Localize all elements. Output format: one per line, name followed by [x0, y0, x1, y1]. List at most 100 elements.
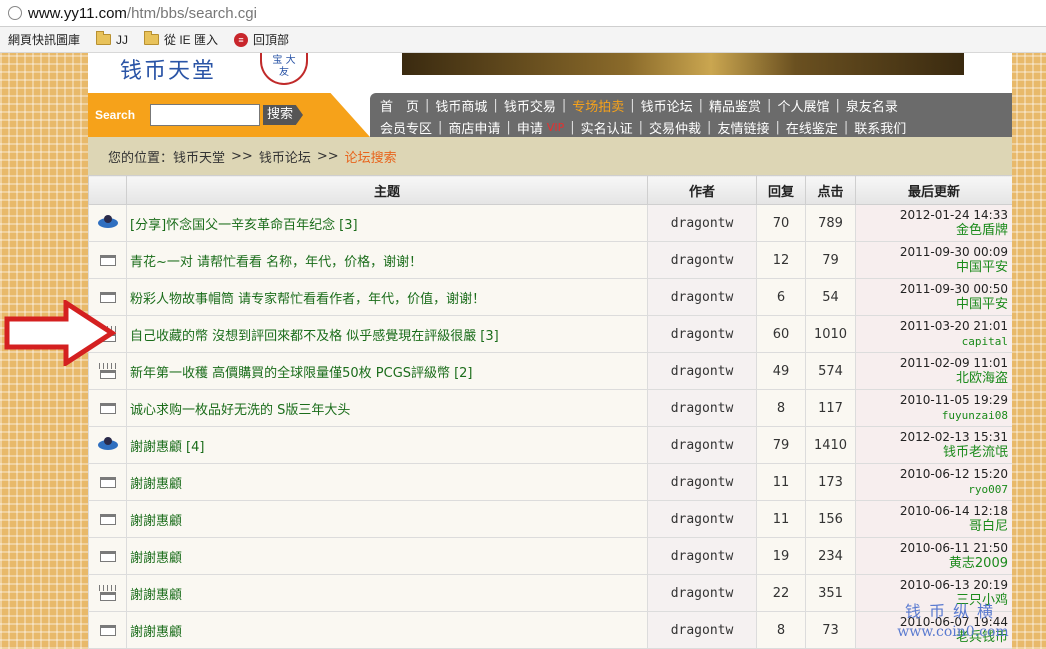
nav-item[interactable]: 友情链接 — [717, 118, 769, 137]
header-last-update: 最后更新 — [855, 175, 1012, 205]
thread-author[interactable]: dragontw — [647, 241, 757, 279]
nav-item[interactable]: 专场拍卖 — [572, 96, 624, 115]
nav-item[interactable]: 个人展馆 — [777, 96, 829, 115]
table-row[interactable]: 粉彩人物故事帽筒 请专家帮忙看看作者，年代，价值，谢谢！ dragontw 6 54 2… — [88, 278, 1012, 316]
thread-title-link[interactable]: 謝謝惠顧 — [130, 440, 182, 455]
nav-separator: | — [835, 97, 840, 113]
thread-title-link[interactable]: 青花~一对 请帮忙看看 名称，年代，价格，谢谢！ — [130, 255, 422, 270]
bookmark-back-to-top[interactable]: ≡ 回頂部 — [234, 31, 289, 48]
nav-item[interactable]: 会员专区 — [380, 118, 432, 137]
header-icon — [88, 175, 127, 205]
thread-title-link[interactable]: 謝謝惠顧 — [130, 477, 182, 492]
thread-title-cell: 謝謝惠顧 — [126, 463, 648, 501]
thread-author[interactable]: dragontw — [647, 500, 757, 538]
thread-pages[interactable]: [3] — [339, 218, 357, 233]
nav-item[interactable]: 申请 — [517, 118, 543, 137]
nav-item[interactable]: 精品鉴赏 — [709, 96, 761, 115]
thread-title-link[interactable]: 自己收藏的幣 沒想到評回來都不及格 似乎感覺現在評級很嚴 — [130, 329, 476, 344]
nav-item[interactable]: 商店申请 — [448, 118, 500, 137]
thread-author[interactable]: dragontw — [647, 426, 757, 464]
table-row[interactable]: 自己收藏的幣 沒想到評回來都不及格 似乎感覺現在評級很嚴 [3] dragontw 6… — [88, 315, 1012, 353]
globe-icon — [8, 6, 22, 20]
thread-author[interactable]: dragontw — [647, 463, 757, 501]
breadcrumb-separator: >> — [316, 148, 339, 164]
nav-item[interactable]: 泉友名录 — [846, 96, 898, 115]
nav-item[interactable]: 钱币交易 — [504, 96, 556, 115]
last-update-user[interactable]: capital — [856, 334, 1008, 349]
thread-last-update: 2010-06-11 21:50 黄志2009 — [855, 537, 1012, 575]
table-row[interactable]: 謝謝惠顧 dragontw 11 173 2010-06-12 15:20 ryo007 — [88, 463, 1012, 501]
thread-title-link[interactable]: 謝謝惠顧 — [130, 625, 182, 640]
thread-author[interactable]: dragontw — [647, 315, 757, 353]
thread-author[interactable]: dragontw — [647, 204, 757, 242]
thread-clicks: 789 — [805, 204, 856, 242]
thread-last-update: 2010-06-12 15:20 ryo007 — [855, 463, 1012, 501]
last-update-user[interactable]: ryo007 — [856, 482, 1008, 497]
thread-last-update: 2011-03-20 21:01 capital — [855, 315, 1012, 353]
breadcrumb-home[interactable]: 钱币天堂 — [173, 147, 225, 166]
thread-replies: 12 — [756, 241, 806, 279]
last-update-user[interactable]: 中国平安 — [856, 260, 1008, 275]
breadcrumb-prefix: 您的位置： — [108, 150, 174, 166]
site-logo[interactable]: 钱币天堂 — [120, 53, 216, 85]
thread-title-link[interactable]: 謝謝惠顧 — [130, 551, 182, 566]
thread-title-link[interactable]: 謝謝惠顧 — [130, 514, 182, 529]
last-update-user[interactable]: 黄志2009 — [856, 556, 1008, 571]
last-update-user[interactable]: 钱币老流氓 — [856, 445, 1008, 460]
nav-item[interactable]: 在线鉴定 — [786, 118, 838, 137]
table-row[interactable]: [分享]怀念国父一辛亥革命百年纪念 [3] dragontw 70 789 2012-01… — [88, 204, 1012, 242]
thread-author[interactable]: dragontw — [647, 352, 757, 390]
watermark: 钱币纵横 www.coin0.com — [897, 602, 1009, 640]
nav-item[interactable]: 交易仲裁 — [649, 118, 701, 137]
thread-folder-icon — [99, 624, 116, 636]
breadcrumb: 您的位置： 钱币天堂 >> 钱币论坛 >> 论坛搜索 — [88, 137, 1012, 175]
last-update-date: 2011-09-30 00:50 — [899, 282, 1008, 296]
table-row[interactable]: 謝謝惠顧 dragontw 19 234 2010-06-11 21:50 黄志2009 — [88, 537, 1012, 575]
search-input[interactable] — [150, 104, 260, 126]
nav-item[interactable]: 联系我们 — [854, 118, 906, 137]
thread-title-link[interactable]: 诚心求购一枚品好无洗的 S版三年大头 — [130, 403, 350, 418]
last-update-user[interactable]: 金色盾牌 — [856, 223, 1008, 238]
last-update-user[interactable]: 中国平安 — [856, 297, 1008, 312]
url-text[interactable]: www.yy11.com/htm/bbs/search.cgi — [28, 5, 257, 22]
thread-pages[interactable]: [2] — [454, 366, 472, 381]
address-bar[interactable]: www.yy11.com/htm/bbs/search.cgi — [0, 0, 1046, 27]
top-banner[interactable] — [402, 53, 964, 75]
thread-title-link[interactable]: [分享]怀念国父一辛亥革命百年纪念 — [130, 218, 335, 233]
thread-pages[interactable]: [3] — [480, 329, 498, 344]
thread-author[interactable]: dragontw — [647, 389, 757, 427]
thread-title-link[interactable]: 新年第一收穫 高價購買的全球限量僅50枚 PCGS評級幣 — [130, 366, 450, 381]
nav-item[interactable]: 钱币商城 — [435, 96, 487, 115]
thread-author[interactable]: dragontw — [647, 278, 757, 316]
breadcrumb-forum[interactable]: 钱币论坛 — [259, 147, 311, 166]
table-row[interactable]: 新年第一收穫 高價購買的全球限量僅50枚 PCGS評級幣 [2] dragontw 4… — [88, 352, 1012, 390]
nav-item[interactable]: 钱币论坛 — [641, 96, 693, 115]
thread-author[interactable]: dragontw — [647, 574, 757, 612]
table-row[interactable]: 謝謝惠顧 [4] dragontw 79 1410 2012-02-13 15:31 钱币老… — [88, 426, 1012, 464]
nav-separator: | — [630, 97, 635, 113]
bookmark-item[interactable]: 網頁快訊圖庫 — [8, 31, 80, 48]
thread-clicks: 351 — [805, 574, 856, 612]
thread-title-link[interactable]: 粉彩人物故事帽筒 请专家帮忙看看作者，年代，价值，谢谢！ — [130, 292, 485, 307]
thread-title-link[interactable]: 謝謝惠顧 — [130, 588, 182, 603]
thread-pages[interactable]: [4] — [186, 440, 204, 455]
bookmark-folder-ie-import[interactable]: 從 IE 匯入 — [144, 31, 218, 48]
thread-author[interactable]: dragontw — [647, 611, 757, 649]
search-button[interactable]: 搜索 — [263, 105, 303, 125]
bookmark-folder-jj[interactable]: JJ — [96, 31, 128, 47]
thread-author[interactable]: dragontw — [647, 537, 757, 575]
last-update-user[interactable]: 哥白尼 — [856, 519, 1008, 534]
hot-thread-icon — [98, 585, 117, 601]
thread-title-cell: 诚心求购一枚品好无洗的 S版三年大头 — [126, 389, 648, 427]
nav-item[interactable]: 实名认证 — [581, 118, 633, 137]
nav-separator: | — [570, 119, 575, 135]
nav-item[interactable]: 首 页 — [380, 96, 419, 115]
table-row[interactable]: 诚心求购一枚品好无洗的 S版三年大头 dragontw 8 117 2010-11-05… — [88, 389, 1012, 427]
last-update-user[interactable]: fuyunzai08 — [856, 408, 1008, 423]
header-author: 作者 — [647, 175, 757, 205]
last-update-user[interactable]: 北欧海盗 — [856, 371, 1008, 386]
table-row[interactable]: 青花~一对 请帮忙看看 名称，年代，价格，谢谢！ dragontw 12 79 2011… — [88, 241, 1012, 279]
table-row[interactable]: 謝謝惠顧 dragontw 11 156 2010-06-14 12:18 哥白尼 — [88, 500, 1012, 538]
nav-separator: | — [493, 97, 498, 113]
forum-page: 钱币天堂 宝 大友 Search 搜索 首 页 | 钱币商城 | 钱币交易 | 专场拍卖 | 钱… — [88, 53, 1012, 649]
